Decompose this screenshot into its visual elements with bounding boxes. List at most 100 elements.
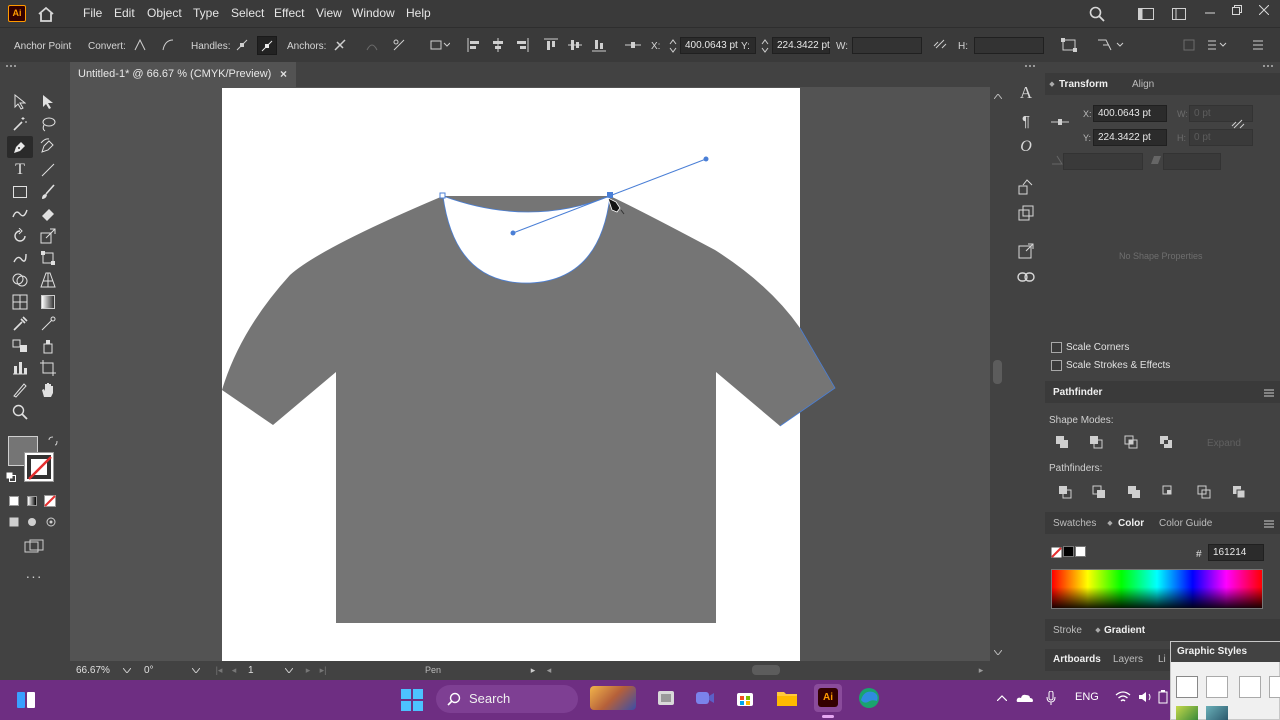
align-to-icon[interactable] bbox=[428, 37, 452, 53]
menu-view[interactable]: View bbox=[316, 6, 342, 20]
align-left-icon[interactable] bbox=[466, 37, 482, 53]
artwork-layer[interactable] bbox=[70, 87, 990, 661]
illustrator-taskbar-icon[interactable]: Ai bbox=[814, 684, 842, 712]
zoom-dropdown-icon[interactable] bbox=[122, 665, 132, 675]
lasso-tool-icon[interactable] bbox=[37, 114, 59, 134]
blend-tool-icon[interactable] bbox=[9, 336, 31, 356]
align-vcenter-icon[interactable] bbox=[567, 37, 583, 53]
close-document-icon[interactable]: × bbox=[280, 67, 287, 81]
transform-icon[interactable] bbox=[1060, 37, 1078, 53]
tray-chevron-icon[interactable] bbox=[994, 690, 1010, 706]
isolate-icon[interactable] bbox=[1096, 37, 1126, 53]
teams-icon[interactable] bbox=[694, 686, 716, 710]
menu-edit[interactable]: Edit bbox=[114, 6, 135, 20]
control-menu-icon[interactable] bbox=[1250, 37, 1266, 53]
menu-select[interactable]: Select bbox=[231, 6, 264, 20]
horizontal-scroll-thumb[interactable] bbox=[752, 665, 780, 675]
scale-strokes-checkbox[interactable] bbox=[1051, 360, 1062, 371]
pen-tool-icon[interactable] bbox=[7, 136, 33, 158]
color-panel-menu-icon[interactable] bbox=[1263, 518, 1275, 530]
shape-builder-tool-icon[interactable] bbox=[9, 270, 31, 290]
direction-handle-start[interactable] bbox=[510, 230, 516, 236]
color-spectrum[interactable] bbox=[1051, 569, 1263, 609]
cut-path-icon[interactable] bbox=[391, 37, 407, 53]
paintbrush-tool-icon[interactable] bbox=[37, 182, 59, 202]
paragraph-panel-icon[interactable]: ¶ bbox=[1015, 110, 1037, 132]
convert-to-smooth-icon[interactable] bbox=[160, 37, 176, 53]
constrain-proportions-icon[interactable] bbox=[932, 37, 948, 53]
menu-object[interactable]: Object bbox=[147, 6, 182, 20]
convert-to-corner-icon[interactable] bbox=[132, 37, 148, 53]
panel-options-icon[interactable] bbox=[1206, 37, 1228, 53]
scale-tool-icon[interactable] bbox=[37, 226, 59, 246]
selection-tool-icon[interactable] bbox=[9, 92, 31, 112]
tab-align[interactable]: Align bbox=[1132, 79, 1154, 90]
eraser-tool-icon[interactable] bbox=[37, 204, 59, 224]
anchor-point-left[interactable] bbox=[439, 192, 446, 199]
minimize-icon[interactable] bbox=[1202, 4, 1218, 20]
constrain-wh-icon[interactable] bbox=[1229, 116, 1247, 134]
graphic-styles-title[interactable]: Graphic Styles bbox=[1177, 646, 1247, 657]
hide-handles-icon[interactable] bbox=[257, 36, 277, 55]
crop-icon[interactable] bbox=[1160, 484, 1178, 500]
arrange-documents-icon[interactable] bbox=[1170, 6, 1188, 22]
opentype-panel-icon[interactable]: O bbox=[1015, 136, 1037, 158]
wifi-icon[interactable] bbox=[1114, 689, 1132, 705]
color-tab-collapse-icon[interactable]: ◆ bbox=[1106, 518, 1114, 528]
color-mode-icon[interactable] bbox=[7, 494, 21, 508]
curvature-tool-icon[interactable] bbox=[37, 136, 59, 156]
gradient-mode-icon[interactable] bbox=[25, 494, 39, 508]
tab-color-guide[interactable]: Color Guide bbox=[1159, 518, 1212, 529]
character-panel-icon[interactable]: A bbox=[1015, 82, 1037, 104]
start-icon[interactable] bbox=[399, 687, 425, 713]
perspective-grid-tool-icon[interactable] bbox=[37, 270, 59, 290]
rectangle-tool-icon[interactable] bbox=[9, 182, 31, 202]
rotate-tool-icon[interactable] bbox=[9, 226, 31, 246]
divide-icon[interactable] bbox=[1056, 484, 1074, 500]
tab-libraries[interactable]: Li bbox=[1158, 654, 1166, 665]
slice-tool-icon[interactable] bbox=[9, 380, 31, 400]
white-color-swatch[interactable] bbox=[1075, 546, 1086, 557]
edge-browser-icon[interactable] bbox=[856, 685, 882, 711]
scroll-thumb[interactable] bbox=[993, 360, 1002, 384]
y-position-field[interactable]: 224.3422 pt bbox=[772, 37, 830, 54]
export-panel-icon[interactable] bbox=[1015, 240, 1037, 262]
workspace-switcher-icon[interactable] bbox=[1136, 6, 1156, 22]
default-fill-stroke-icon[interactable] bbox=[4, 470, 18, 484]
symbol-sprayer-tool-icon[interactable] bbox=[37, 336, 59, 356]
battery-icon[interactable] bbox=[1156, 689, 1170, 705]
stroke-swatch[interactable] bbox=[24, 452, 54, 482]
vertical-scrollbar[interactable] bbox=[990, 87, 1005, 661]
dock-collapse-arrows[interactable] bbox=[1263, 65, 1273, 71]
gradient-tool-icon[interactable] bbox=[37, 292, 59, 312]
draw-behind-icon[interactable] bbox=[26, 515, 40, 529]
microsoft-store-icon[interactable] bbox=[734, 686, 756, 710]
graphic-style-4[interactable] bbox=[1269, 676, 1280, 698]
column-graph-tool-icon[interactable] bbox=[9, 358, 31, 378]
menu-file[interactable]: File bbox=[83, 6, 102, 20]
graphic-style-5[interactable] bbox=[1176, 706, 1198, 720]
minus-front-icon[interactable] bbox=[1087, 434, 1105, 450]
measure-tool-icon[interactable] bbox=[37, 314, 59, 334]
taskbar-search[interactable]: Search bbox=[436, 685, 578, 713]
rotation-dropdown-icon[interactable] bbox=[191, 665, 201, 675]
scroll-down-arrow[interactable] bbox=[992, 647, 1003, 657]
search-icon[interactable] bbox=[1088, 5, 1106, 23]
align-right-icon[interactable] bbox=[514, 37, 530, 53]
onedrive-icon[interactable] bbox=[1015, 690, 1035, 706]
scroll-up-arrow[interactable] bbox=[992, 91, 1003, 101]
intersect-icon[interactable] bbox=[1122, 434, 1140, 450]
graphic-style-3[interactable] bbox=[1239, 676, 1261, 698]
reference-point-locator-icon[interactable] bbox=[1050, 115, 1070, 129]
type-tool-icon[interactable]: T bbox=[9, 160, 31, 180]
hscroll-right-arrow[interactable]: ▸ bbox=[976, 664, 986, 676]
direct-selection-tool-icon[interactable] bbox=[37, 92, 59, 112]
menu-window[interactable]: Window bbox=[352, 6, 395, 20]
zoom-level[interactable]: 66.67% bbox=[76, 665, 110, 676]
show-handles-icon[interactable] bbox=[234, 37, 250, 53]
graphic-style-default[interactable] bbox=[1176, 676, 1198, 698]
graphic-style-2[interactable] bbox=[1206, 676, 1228, 698]
none-mode-icon[interactable] bbox=[43, 494, 57, 508]
restore-icon[interactable] bbox=[1229, 2, 1245, 18]
mesh-tool-icon[interactable] bbox=[9, 292, 31, 312]
